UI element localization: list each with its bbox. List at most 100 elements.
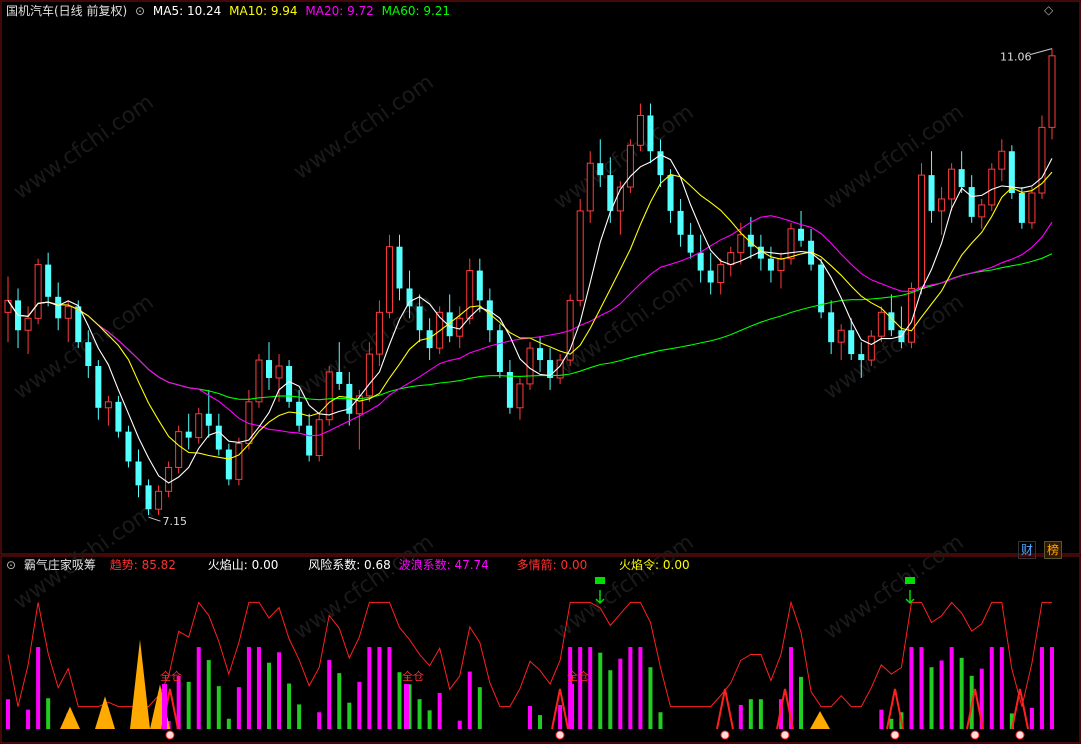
candle-body-down [858,354,865,361]
candle-body-up [948,168,956,200]
candle-body-up [938,198,946,212]
candle-body-down [767,258,774,271]
accumulation-bar [317,712,322,729]
candle-body-up [586,162,594,212]
accumulation-bar [196,647,201,729]
accumulation-bar [1039,647,1044,729]
accumulation-bar [226,718,231,729]
flame-mark [60,706,80,729]
accumulation-bar [206,660,211,729]
ma5-label: MA5: 10.24 [152,4,222,18]
green-signal-block [595,577,605,584]
accumulation-bar [246,647,251,729]
accumulation-bar [387,647,392,729]
accumulation-bar [638,647,643,729]
flame-mark [810,711,830,729]
candle-body-down [336,371,343,384]
ma10-label: MA10: 9.94 [229,4,298,18]
candle-body-down [55,296,62,319]
candle-body-down [185,431,192,438]
chart-window: www.cfchi.com www.cfchi.com www.cfchi.com w… [0,0,1081,744]
candle-body-down [828,312,835,343]
candle-body-down [426,330,433,349]
dropdown-icon[interactable]: ⊙ [6,558,16,572]
accumulation-bar [528,706,532,729]
accumulation-bar [608,670,613,729]
candle-body-up [24,317,32,331]
finance-button[interactable]: 财 [1018,541,1037,559]
accumulation-bar [658,712,663,729]
accumulation-bar [327,660,332,729]
wave-label: 波浪系数: 47.74 [398,558,489,572]
accumulation-bar [949,647,954,729]
watermark-text: www.cfchi.com [289,530,438,645]
accumulation-bar [216,686,221,729]
candle-body-up [988,168,996,206]
accumulation-bar [477,687,482,729]
candle-body-down [115,401,122,432]
accumulation-bar [427,710,432,729]
candle-body-down [265,360,273,378]
candle-body-up [155,490,163,510]
settings-diamond-icon[interactable]: ◇ [1044,3,1053,17]
candle-body-up [4,299,12,313]
accumulation-bar [738,704,743,729]
accumulation-bar [26,709,31,729]
accumulation-bar [236,687,241,729]
high-price-label: 11.06 [1000,51,1032,64]
candle-body-up [626,144,634,188]
candle-body-down [406,288,413,307]
price-chart: www.cfchi.com www.cfchi.com www.cfchi.com w… [0,0,1081,744]
full-position-label: 全仓 [567,669,589,683]
trend-label: 趋势: 85.82 [109,558,176,572]
dropdown-icon[interactable]: ⊙ [135,4,145,18]
candle-body-down [667,175,674,211]
accumulation-bar [919,647,924,729]
buy-marker [780,730,790,740]
candle-body-up [104,401,112,409]
candle-body-down [95,366,102,408]
candle-body-down [225,449,232,480]
rank-button[interactable]: 榜 [1044,541,1063,559]
high-pointer [1029,48,1053,56]
candle-body-down [968,187,975,217]
indicator-title: 霸气庄家吸筹 [23,558,96,572]
candle-body-down [687,234,694,253]
accumulation-bar [347,702,352,729]
candle-body-down [928,175,935,211]
buy-marker [555,730,565,740]
accumulation-bar [598,652,603,729]
accumulation-bar [467,671,472,729]
candle-body-up [636,114,644,146]
candle-body-down [798,228,805,241]
ma20-label: MA20: 9.72 [305,4,374,18]
watermark-text: www.cfchi.com [289,70,438,185]
full-position-label: 全仓 [402,669,424,683]
candle-body-down [476,270,483,301]
candle-body-up [867,335,875,361]
candle-body-down [1018,193,1025,223]
candle-body-down [85,342,92,367]
candle-body-up [727,252,735,266]
accumulation-bar [6,699,10,729]
accumulation-bar [367,647,372,729]
accumulation-bar [628,647,633,729]
risk-label: 风险系数: 0.68 [308,558,391,572]
candle-body-up [64,305,72,319]
accumulation-bar [46,698,51,729]
low-price-label: 7.15 [163,515,188,528]
accumulation-bar [558,704,563,729]
buy-marker [165,730,175,740]
accumulation-bar [267,662,271,729]
candle-body-down [45,264,52,297]
accumulation-bar [879,709,884,729]
candle-body-up [777,258,785,272]
candle-body-up [175,431,183,468]
ma5-line [7,154,1053,484]
candle-body-up [787,228,795,260]
accumulation-bar [959,657,964,729]
ma60-label: MA60: 9.21 [381,4,451,18]
accumulation-bar [397,672,402,729]
watermark-text: www.cfchi.com [289,290,438,405]
signal-bar [569,684,574,729]
